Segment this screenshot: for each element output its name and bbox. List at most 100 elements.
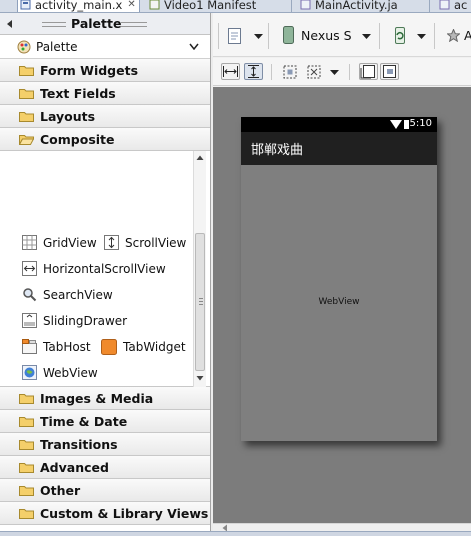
widget-scrollview[interactable]: ScrollView <box>104 235 186 250</box>
chevron-down-icon[interactable] <box>417 34 426 39</box>
java-file-icon <box>439 0 450 10</box>
toolbar-divider <box>218 23 219 49</box>
scroll-up-icon[interactable] <box>196 155 204 161</box>
tab-label: MainActivity.ja <box>315 0 398 12</box>
category-advanced[interactable]: Advanced <box>0 456 210 479</box>
widget-searchview[interactable]: SearchView <box>22 287 113 302</box>
category-transitions[interactable]: Transitions <box>0 433 210 456</box>
tab-overflow[interactable]: ac <box>437 0 468 12</box>
category-layouts[interactable]: Layouts <box>0 105 210 128</box>
vertical-scroll-icon <box>104 235 119 250</box>
layout-actions-toolbar <box>213 58 471 86</box>
action-bar[interactable]: 邯郸戏曲 <box>241 132 437 165</box>
tab-widget-icon <box>101 339 117 355</box>
horizontal-arrows-icon <box>223 66 238 77</box>
widget-tabwidget[interactable]: TabWidget <box>101 339 186 355</box>
grid-icon <box>22 235 37 250</box>
select-child-button[interactable] <box>380 63 399 80</box>
chevron-down-icon[interactable] <box>254 34 263 39</box>
margins-button[interactable] <box>283 65 297 79</box>
tab-label: ac <box>454 0 468 12</box>
canvas-hscrollbar[interactable] <box>213 523 471 532</box>
category-other[interactable]: Other <box>0 479 210 502</box>
palette-panel: Palette Palette Form Widgets Text Fields… <box>0 13 211 531</box>
orientation-button[interactable] <box>393 27 407 44</box>
document-icon <box>228 28 241 44</box>
category-time-date[interactable]: Time & Date <box>0 410 210 433</box>
category-composite[interactable]: Composite <box>0 128 210 151</box>
toolbar-divider <box>349 64 350 80</box>
zoom-button[interactable] <box>307 65 321 79</box>
layout-editor: Nexus S A 5:10 邯郸戏曲 WebView <box>213 13 471 532</box>
device-preview: 5:10 邯郸戏曲 WebView <box>241 117 437 441</box>
horizontal-scroll-icon <box>22 261 37 276</box>
widget-webview[interactable]: WebView <box>22 365 98 380</box>
webview-placeholder[interactable]: WebView <box>241 297 437 307</box>
toolbar-divider <box>379 23 380 49</box>
widget-label: HorizontalScrollView <box>43 261 166 276</box>
widget-slidingdrawer[interactable]: SlidingDrawer <box>22 313 127 328</box>
tab-divider <box>429 0 430 12</box>
scrollbar-thumb[interactable] <box>195 233 205 371</box>
layout-canvas[interactable]: 5:10 邯郸戏曲 WebView <box>213 87 471 523</box>
chevron-down-icon[interactable] <box>362 34 371 39</box>
folder-icon <box>19 463 34 473</box>
widget-label: TabHost <box>43 339 91 354</box>
category-label: Composite <box>40 131 115 147</box>
zoom-fit-icon <box>307 65 321 79</box>
category-label: Images & Media <box>40 390 154 406</box>
close-icon[interactable]: ✕ <box>127 0 135 10</box>
folder-icon <box>19 112 34 122</box>
category-label: Text Fields <box>40 85 116 101</box>
drag-handle[interactable] <box>121 22 147 27</box>
toggle-fill-width-button[interactable] <box>221 63 240 80</box>
palette-icon <box>17 40 31 53</box>
widget-label: SearchView <box>43 287 113 302</box>
layout-file-icon <box>20 0 31 10</box>
rotate-device-icon <box>395 27 405 44</box>
widget-tabhost[interactable]: TabHost <box>22 339 91 354</box>
tab-main-activity[interactable]: MainActivity.ja <box>298 0 398 12</box>
scroll-down-icon[interactable] <box>196 375 204 381</box>
category-label: Form Widgets <box>40 62 139 78</box>
chevron-down-icon[interactable] <box>330 70 339 75</box>
widget-label: ScrollView <box>125 235 187 250</box>
palette-scrollbar[interactable] <box>193 151 206 387</box>
collapse-left-icon[interactable] <box>6 19 14 29</box>
category-images-media[interactable]: Images & Media <box>0 387 210 410</box>
widget-label: SlidingDrawer <box>43 313 128 328</box>
category-custom-library-views[interactable]: Custom & Library Views <box>0 502 210 525</box>
tab-manifest[interactable]: Video1 Manifest <box>147 0 256 12</box>
composite-widget-list: GridView ScrollView HorizontalScrollView… <box>0 151 210 387</box>
widget-gridview[interactable]: GridView <box>22 235 97 250</box>
palette-mode-selector[interactable]: Palette <box>0 35 210 59</box>
theme-selector[interactable]: A <box>447 28 471 43</box>
thumb-grip <box>199 298 203 305</box>
category-label: Advanced <box>40 459 109 475</box>
chevron-down-icon[interactable] <box>189 43 199 50</box>
layout-child-icon <box>383 65 396 78</box>
toolbar-divider <box>271 64 272 80</box>
folder-icon <box>19 440 34 450</box>
category-form-widgets[interactable]: Form Widgets <box>0 59 210 82</box>
layout-variant-button[interactable] <box>228 28 242 44</box>
category-text-fields[interactable]: Text Fields <box>0 82 210 105</box>
toggle-fill-height-button[interactable] <box>244 63 263 80</box>
folder-icon <box>19 66 34 76</box>
device-selector[interactable]: Nexus S <box>283 26 352 44</box>
drag-handle[interactable] <box>42 22 66 27</box>
tab-label: activity_main.x <box>35 0 123 12</box>
web-globe-icon <box>22 365 37 380</box>
tab-activity-main[interactable]: activity_main.x ✕ <box>17 0 140 12</box>
vertical-arrows-icon <box>248 65 259 78</box>
widget-horizontalscrollview[interactable]: HorizontalScrollView <box>22 261 166 276</box>
theme-star-icon <box>447 29 460 42</box>
palette-header: Palette <box>0 13 210 35</box>
status-time: 5:10 <box>409 118 432 129</box>
open-folder-icon <box>19 135 34 145</box>
tab-host-icon <box>22 339 37 354</box>
status-bar: 5:10 <box>241 117 437 132</box>
palette-mode-label: Palette <box>36 39 78 54</box>
java-file-icon <box>300 0 311 10</box>
select-parent-button[interactable] <box>359 63 378 80</box>
